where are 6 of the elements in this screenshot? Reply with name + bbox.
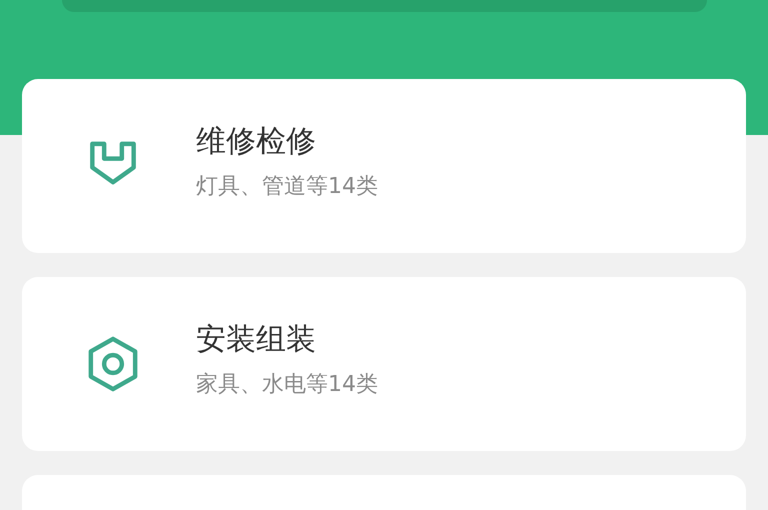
service-title: 安装组装 — [196, 322, 317, 358]
service-card[interactable]: 维修检修 灯具、管道等14类 — [22, 79, 746, 253]
service-subtitle: 家具、水电等14类 — [196, 372, 378, 398]
service-title: 维修检修 — [196, 124, 317, 160]
service-card[interactable]: 安装组装 家具、水电等14类 — [22, 277, 746, 451]
service-subtitle: 灯具、管道等14类 — [196, 174, 378, 200]
